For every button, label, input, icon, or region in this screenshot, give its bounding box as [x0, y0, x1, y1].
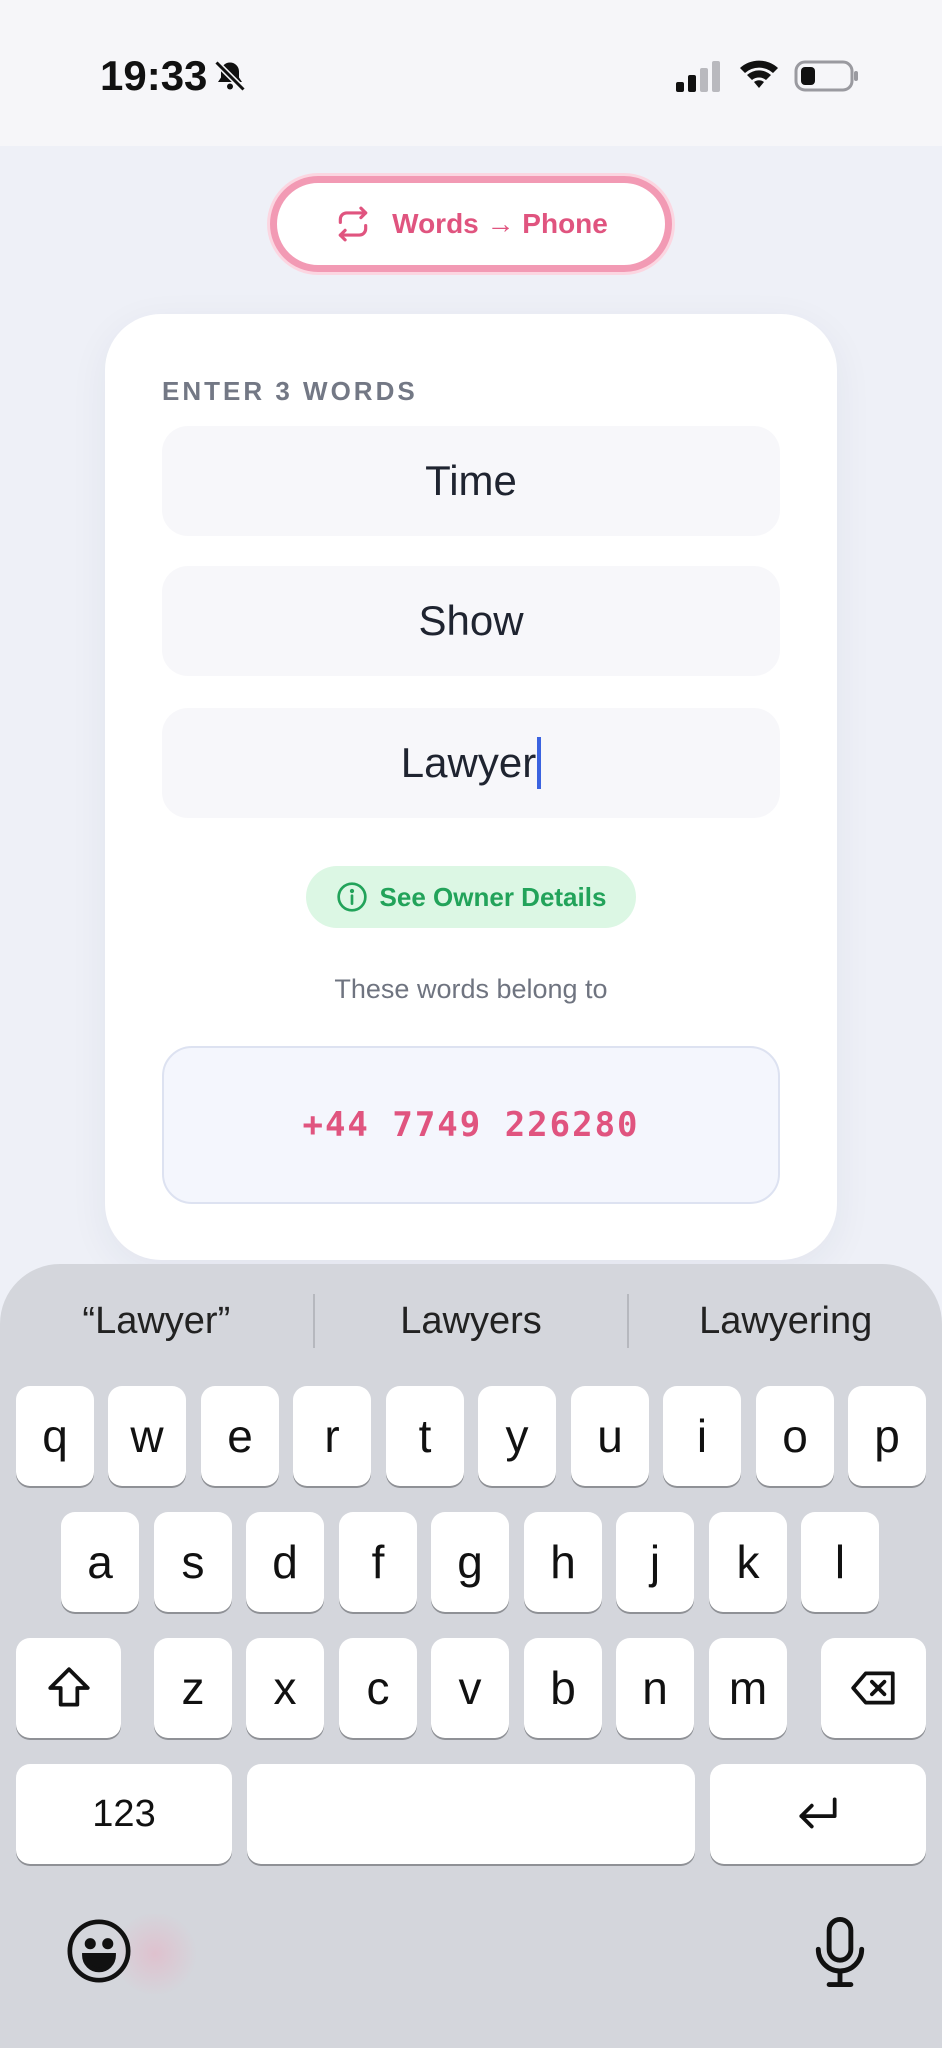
key-f[interactable]: f [339, 1512, 417, 1612]
key-m[interactable]: m [709, 1638, 787, 1738]
key-k[interactable]: k [709, 1512, 787, 1612]
word-input-2[interactable]: Show [162, 566, 780, 676]
key-v[interactable]: v [431, 1638, 509, 1738]
word-input-3[interactable]: Lawyer [162, 708, 780, 818]
battery-icon [794, 60, 858, 92]
return-icon [799, 1797, 837, 1829]
belong-text: These words belong to [334, 974, 608, 1004]
phone-number: +44 7749 226280 [302, 1105, 640, 1145]
key-b[interactable]: b [524, 1638, 602, 1738]
word-input-2-value: Show [418, 597, 524, 644]
shift-key[interactable] [16, 1638, 121, 1738]
suggestion-3[interactable]: Lawyering [629, 1300, 942, 1343]
mode-toggle-button[interactable]: Words → Phone [270, 176, 672, 272]
key-r[interactable]: r [293, 1386, 371, 1486]
status-bar: 19:33 [0, 0, 942, 146]
key-q[interactable]: q [16, 1386, 94, 1486]
signal-icon [676, 61, 720, 92]
key-x[interactable]: x [246, 1638, 324, 1738]
key-t[interactable]: t [386, 1386, 464, 1486]
wifi-icon [740, 60, 778, 88]
numbers-key[interactable]: 123 [16, 1764, 232, 1864]
key-s[interactable]: s [154, 1512, 232, 1612]
info-icon [336, 882, 367, 912]
key-o[interactable]: o [756, 1386, 834, 1486]
mode-toggle-label: Words → Phone [392, 208, 608, 239]
key-u[interactable]: u [571, 1386, 649, 1486]
key-y[interactable]: y [478, 1386, 556, 1486]
key-w[interactable]: w [108, 1386, 186, 1486]
key-p[interactable]: p [848, 1386, 926, 1486]
text-caret [537, 737, 542, 789]
bell-slash-icon [214, 60, 246, 92]
word-input-1[interactable]: Time [162, 426, 780, 536]
key-a[interactable]: a [61, 1512, 139, 1612]
phone-number-display: +44 7749 226280 [162, 1046, 780, 1204]
see-owner-details-button[interactable]: See Owner Details [306, 866, 636, 928]
key-n[interactable]: n [616, 1638, 694, 1738]
key-l[interactable]: l [801, 1512, 879, 1612]
backspace-icon [850, 1671, 895, 1705]
card-label: ENTER 3 WORDS [162, 376, 418, 406]
backspace-key[interactable] [821, 1638, 926, 1738]
status-time: 19:33 [100, 52, 208, 99]
suggestion-2[interactable]: Lawyers [315, 1300, 628, 1343]
word-input-3-value: Lawyer [400, 739, 537, 786]
key-g[interactable]: g [431, 1512, 509, 1612]
key-h[interactable]: h [524, 1512, 602, 1612]
suggestion-1[interactable]: “Lawyer” [0, 1300, 313, 1343]
see-owner-details-label: See Owner Details [379, 881, 607, 912]
space-key[interactable] [247, 1764, 695, 1864]
return-key[interactable] [710, 1764, 926, 1864]
key-z[interactable]: z [154, 1638, 232, 1738]
shift-icon [47, 1667, 90, 1707]
keyboard: “Lawyer” Lawyers Lawyering q w e r t y u… [0, 1264, 942, 2048]
key-j[interactable]: j [616, 1512, 694, 1612]
swap-arrows-icon [338, 206, 368, 242]
key-d[interactable]: d [246, 1512, 324, 1612]
key-i[interactable]: i [663, 1386, 741, 1486]
emoji-icon[interactable] [64, 1916, 134, 1986]
word-input-1-value: Time [425, 457, 517, 504]
key-c[interactable]: c [339, 1638, 417, 1738]
microphone-icon[interactable] [812, 1914, 868, 1990]
word-entry-card: ENTER 3 WORDS Time Show Lawyer See Owner… [105, 314, 837, 1260]
key-e[interactable]: e [201, 1386, 279, 1486]
suggestion-bar: “Lawyer” Lawyers Lawyering [0, 1264, 942, 1378]
